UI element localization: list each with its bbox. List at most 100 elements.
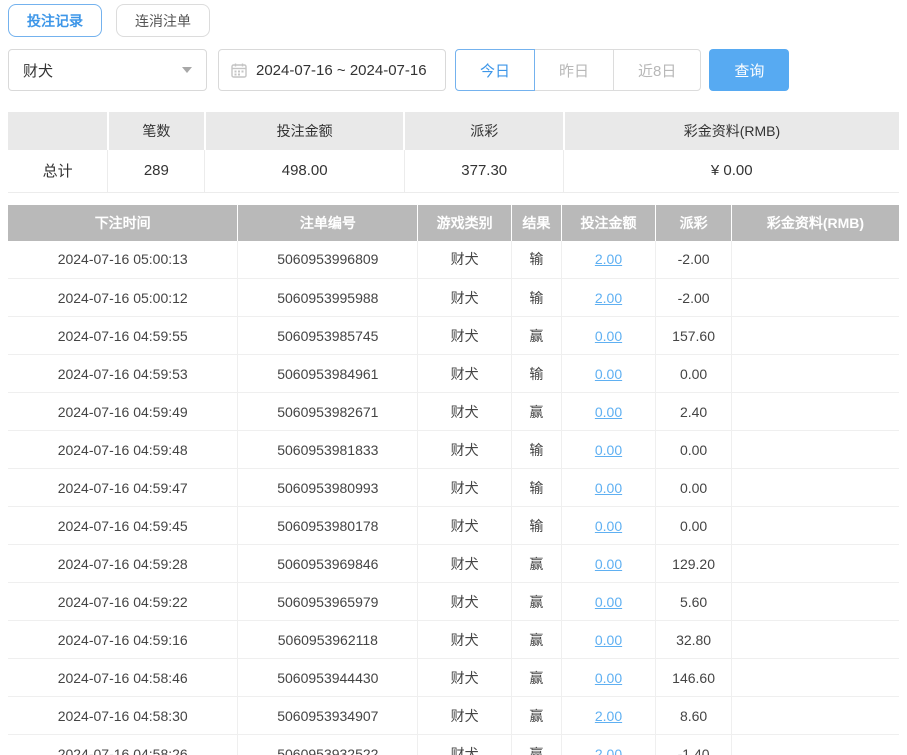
bet-amount-link[interactable]: 0.00 [595,632,622,648]
cell-result: 赢 [511,734,562,755]
bet-amount-link[interactable]: 2.00 [595,746,622,755]
cell-payout: 32.80 [655,620,732,659]
bet-amount-link[interactable]: 0.00 [595,442,622,458]
date-range-input[interactable]: 2024-07-16 ~ 2024-07-16 [218,49,446,91]
summary-table: 笔数 投注金额 派彩 彩金资料(RMB) 总计 289 498.00 377.3… [8,112,899,193]
bet-amount-link[interactable]: 0.00 [595,518,622,534]
bet-amount-link[interactable]: 0.00 [595,594,622,610]
cell-bet-time: 2024-07-16 05:00:13 [8,240,239,279]
header-result: 结果 [511,204,562,241]
last-8-days-button[interactable]: 近8日 [613,49,702,91]
table-row: 2024-07-16 04:59:55 5060953985745 财犬 赢 0… [8,316,899,355]
filter-bar: 财犬 2024-07-16 ~ 2024-07-16 今日 昨日 近8日 查询 [8,49,899,91]
date-range-value: 2024-07-16 ~ 2024-07-16 [256,61,427,79]
cell-bet-time: 2024-07-16 04:59:55 [8,316,239,355]
summary-header-payout: 派彩 [404,112,565,150]
cell-bet-amount: 0.00 [561,430,657,469]
bet-amount-link[interactable]: 2.00 [595,708,622,724]
bet-amount-link[interactable]: 2.00 [595,290,622,306]
cell-result: 输 [511,430,562,469]
cell-bet-amount: 0.00 [561,354,657,393]
cell-bet-amount: 0.00 [561,620,657,659]
bet-amount-link[interactable]: 0.00 [595,480,622,496]
cell-result: 输 [511,278,562,317]
bet-amount-link[interactable]: 2.00 [595,251,622,267]
summary-header-empty [8,112,109,150]
yesterday-button[interactable]: 昨日 [534,49,615,91]
records-header-row: 下注时间 注单编号 游戏类别 结果 投注金额 派彩 彩金资料(RMB) [8,204,899,241]
cell-payout: 8.60 [655,696,732,735]
cell-game-type: 财犬 [417,468,512,507]
cell-result: 输 [511,468,562,507]
bet-amount-link[interactable]: 0.00 [595,366,622,382]
today-button[interactable]: 今日 [455,49,536,91]
cell-order-id: 5060953985745 [237,316,419,355]
header-bet-amount: 投注金额 [561,204,657,241]
bet-amount-link[interactable]: 0.00 [595,404,622,420]
cell-bet-time: 2024-07-16 04:59:45 [8,506,239,545]
cell-bet-time: 2024-07-16 04:59:49 [8,392,239,431]
cell-bet-time: 2024-07-16 04:58:30 [8,696,239,735]
cell-bonus [731,468,899,507]
cell-game-type: 财犬 [417,658,512,697]
cell-result: 输 [511,240,562,279]
table-row: 2024-07-16 04:59:45 5060953980178 财犬 输 0… [8,506,899,545]
table-row: 2024-07-16 04:59:48 5060953981833 财犬 输 0… [8,430,899,469]
cell-bet-time: 2024-07-16 05:00:12 [8,278,239,317]
cell-order-id: 5060953980993 [237,468,419,507]
table-row: 2024-07-16 04:58:46 5060953944430 财犬 赢 0… [8,658,899,697]
cell-bet-time: 2024-07-16 04:59:16 [8,620,239,659]
cell-game-type: 财犬 [417,430,512,469]
bet-amount-link[interactable]: 0.00 [595,670,622,686]
cell-payout: 0.00 [655,430,732,469]
cell-result: 赢 [511,392,562,431]
cell-order-id: 5060953944430 [237,658,419,697]
cell-game-type: 财犬 [417,544,512,583]
cell-payout: 146.60 [655,658,732,697]
table-row: 2024-07-16 04:58:26 5060953932522 财犬 赢 2… [8,734,899,755]
cell-bet-time: 2024-07-16 04:58:46 [8,658,239,697]
records-table: 下注时间 注单编号 游戏类别 结果 投注金额 派彩 彩金资料(RMB) 2024… [8,204,899,755]
cell-bonus [731,582,899,621]
header-payout: 派彩 [655,204,732,241]
cell-bet-amount: 0.00 [561,316,657,355]
summary-total-payout: 377.30 [404,150,565,193]
header-order-id: 注单编号 [237,204,419,241]
bet-amount-link[interactable]: 0.00 [595,556,622,572]
cell-order-id: 5060953962118 [237,620,419,659]
cell-payout: 0.00 [655,506,732,545]
calendar-icon [231,63,247,78]
cell-game-type: 财犬 [417,392,512,431]
cell-payout: 5.60 [655,582,732,621]
quick-date-button-group: 今日 昨日 近8日 [455,49,702,91]
search-button[interactable]: 查询 [709,49,790,91]
cell-bonus [731,544,899,583]
cell-bonus [731,316,899,355]
table-row: 2024-07-16 04:59:47 5060953980993 财犬 输 0… [8,468,899,507]
cell-bonus [731,696,899,735]
cell-result: 输 [511,506,562,545]
chevron-down-icon [182,67,192,73]
cell-bet-time: 2024-07-16 04:59:22 [8,582,239,621]
cell-bonus [731,658,899,697]
cell-order-id: 5060953995988 [237,278,419,317]
table-row: 2024-07-16 05:00:13 5060953996809 财犬 输 2… [8,240,899,279]
game-select[interactable]: 财犬 [8,49,207,91]
cell-bet-amount: 2.00 [561,734,657,755]
table-row: 2024-07-16 05:00:12 5060953995988 财犬 输 2… [8,278,899,317]
tab-cancelled-orders[interactable]: 连消注单 [116,4,210,37]
cell-bet-amount: 0.00 [561,468,657,507]
bet-amount-link[interactable]: 0.00 [595,328,622,344]
cell-payout: 0.00 [655,468,732,507]
cell-payout: 129.20 [655,544,732,583]
cell-payout: -2.00 [655,278,732,317]
table-row: 2024-07-16 04:59:22 5060953965979 财犬 赢 0… [8,582,899,621]
tab-betting-records[interactable]: 投注记录 [8,4,102,37]
cell-game-type: 财犬 [417,582,512,621]
cell-game-type: 财犬 [417,620,512,659]
summary-header-bonus: 彩金资料(RMB) [563,112,899,150]
summary-total-count: 289 [107,150,206,193]
cell-game-type: 财犬 [417,240,512,279]
cell-bonus [731,430,899,469]
cell-game-type: 财犬 [417,316,512,355]
